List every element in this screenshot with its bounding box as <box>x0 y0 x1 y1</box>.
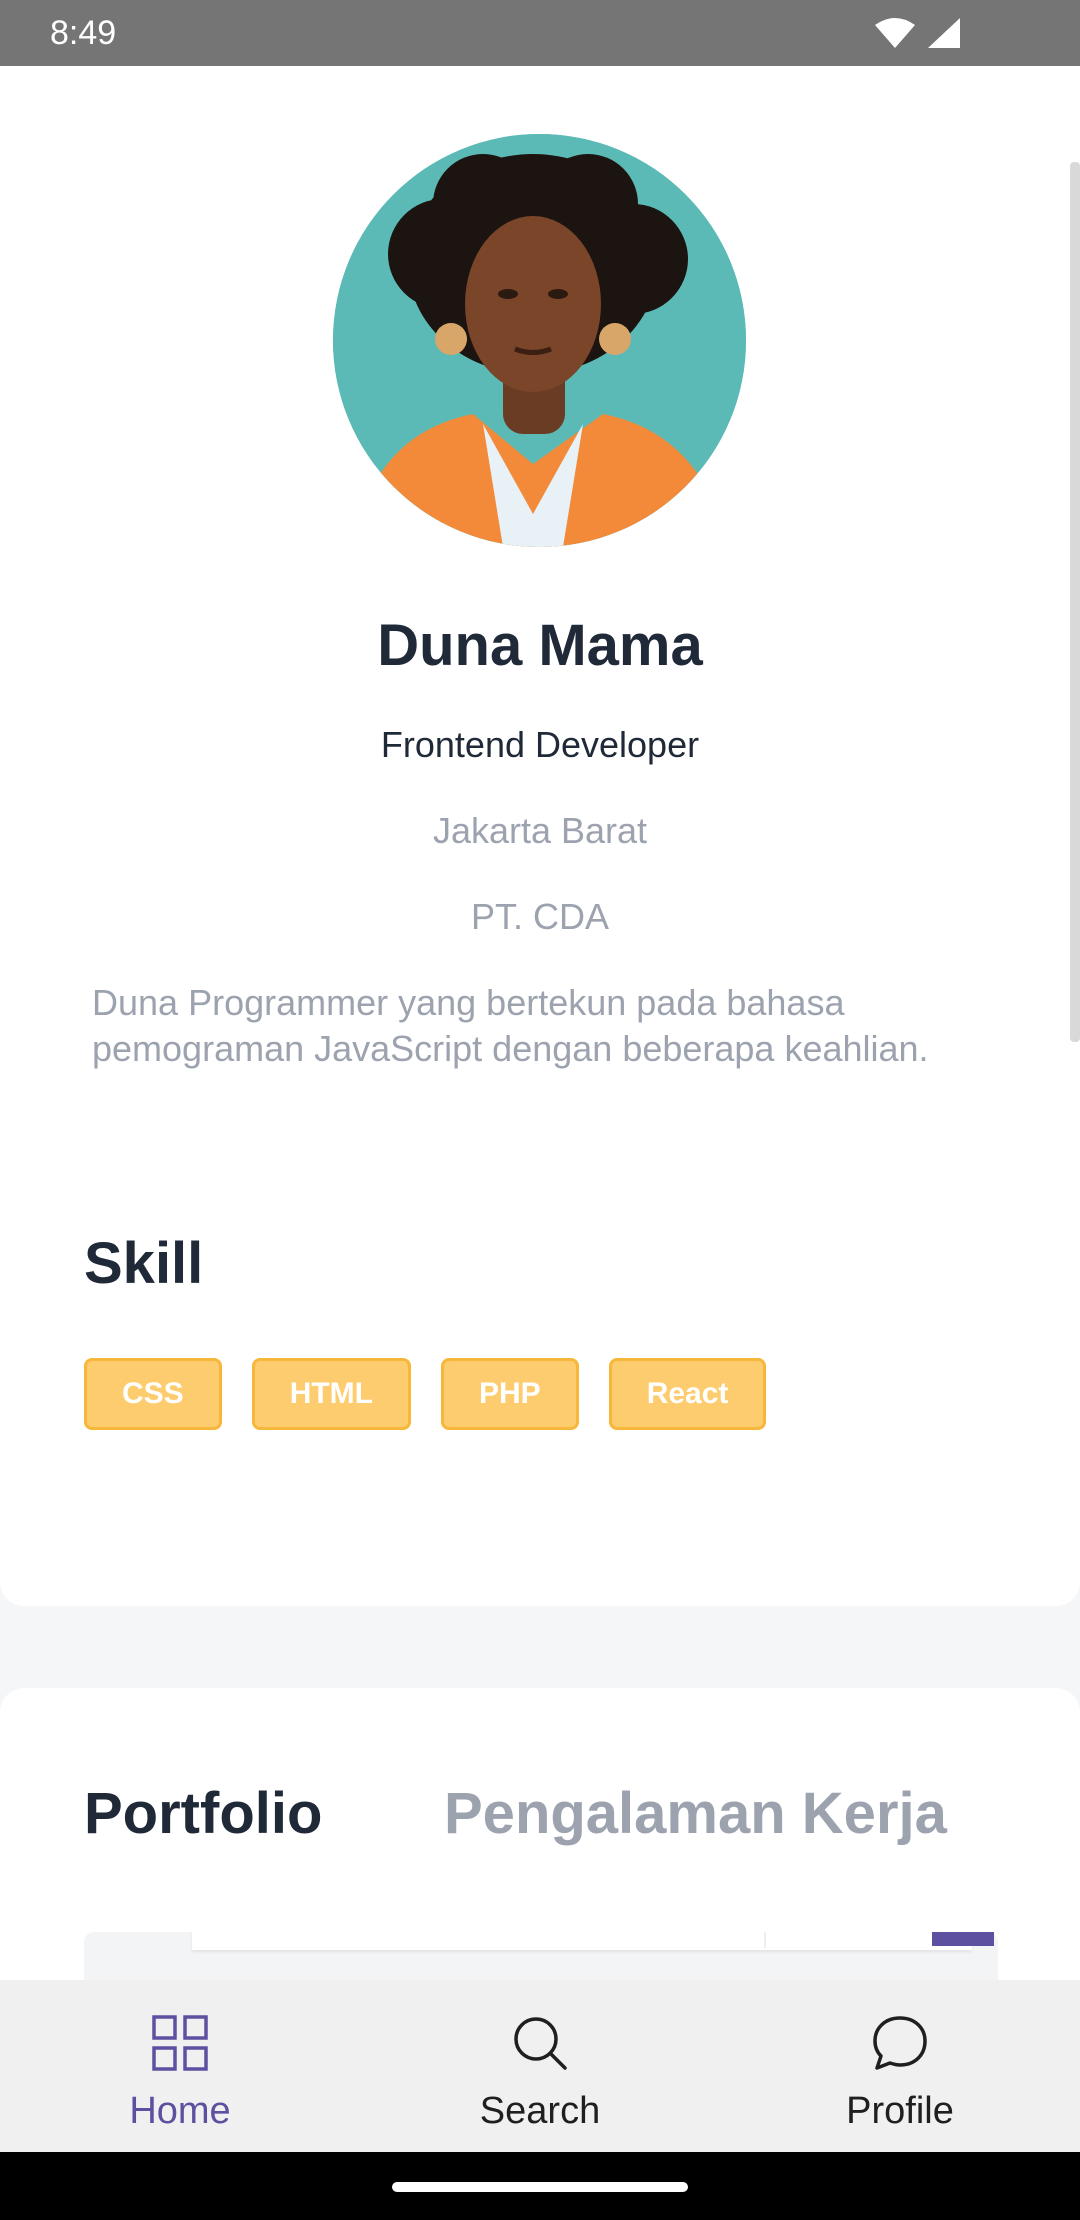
home-gesture-handle[interactable] <box>392 2182 688 2192</box>
divider <box>764 1932 766 1948</box>
cell-signal-icon <box>928 18 960 48</box>
skill-section-title: Skill <box>84 1231 204 1296</box>
app-screen: 8:49 Duna Mama Frontend Developer Jakart… <box>0 0 1080 2220</box>
wifi-icon <box>875 18 915 48</box>
profile-company: PT. CDA <box>470 896 610 937</box>
skill-badge-html: HTML <box>251 1358 411 1430</box>
avatar <box>333 134 746 547</box>
portfolio-accent-bar <box>932 1932 994 1946</box>
skill-badge-css: CSS <box>84 1358 222 1430</box>
status-time: 8:49 <box>50 13 117 52</box>
nav-item-search[interactable]: Search <box>360 1980 720 2152</box>
portfolio-item[interactable] <box>192 1932 994 1950</box>
skill-badge-php: PHP <box>441 1358 579 1430</box>
bottom-navigation: Home Search Profile <box>0 1980 1080 2152</box>
system-navigation-bar <box>0 2152 1080 2220</box>
profile-name: Duna Mama <box>377 613 703 678</box>
skill-badge-react: React <box>608 1358 767 1430</box>
profile-bio: Duna Programmer yang bertekun pada bahas… <box>92 982 929 1069</box>
nav-label-search: Search <box>479 2090 601 2132</box>
profile-job-title: Frontend Developer <box>380 724 700 765</box>
nav-label-home: Home <box>129 2090 231 2132</box>
grid-icon <box>152 2015 208 2071</box>
tab-work-experience[interactable]: Pengalaman Kerja <box>444 1780 947 1847</box>
nav-item-profile[interactable]: Profile <box>720 1980 1080 2152</box>
status-bar: 8:49 <box>0 0 1080 66</box>
tab-portfolio[interactable]: Portfolio <box>84 1780 322 1847</box>
skill-list: CSS HTML PHP React <box>84 1358 767 1430</box>
nav-label-profile: Profile <box>846 2090 954 2132</box>
profile-location: Jakarta Barat <box>432 810 648 851</box>
chat-bubble-icon <box>873 2016 927 2070</box>
avatar-portrait <box>333 134 746 547</box>
nav-item-home[interactable]: Home <box>0 1980 360 2152</box>
search-icon <box>514 2017 567 2070</box>
status-icons <box>874 16 962 50</box>
